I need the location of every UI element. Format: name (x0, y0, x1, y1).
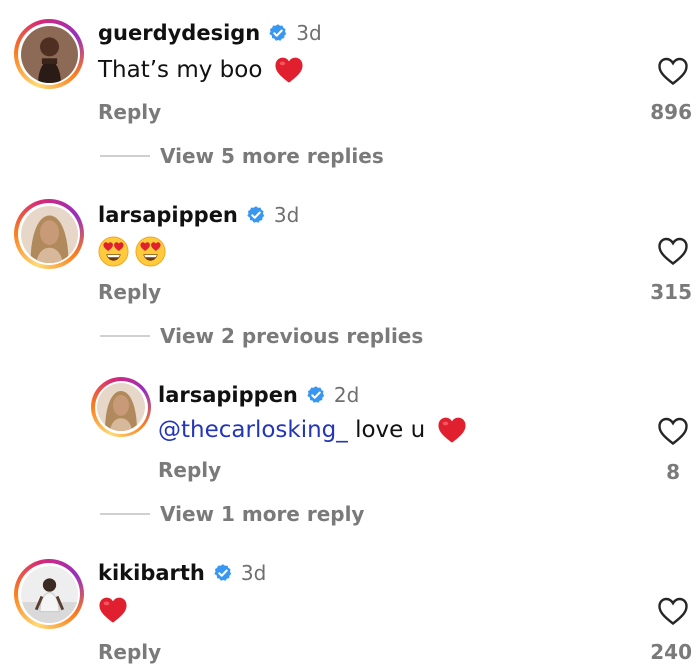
comment-text: That’s my boo (98, 56, 304, 84)
verified-badge-icon (306, 385, 326, 405)
red-heart-emoji (437, 416, 467, 444)
username[interactable]: kikibarth (98, 561, 205, 585)
comment-larsapippen: larsapippen 3d Reply 315 View 2 previous… (0, 180, 700, 360)
mention-link[interactable]: @thecarlosking_ (158, 417, 348, 443)
timestamp: 3d (273, 203, 300, 227)
heart-eyes-emoji (135, 236, 166, 267)
verified-badge-icon (246, 205, 266, 225)
heart-outline-icon[interactable] (657, 56, 689, 86)
view-previous-replies-button[interactable]: View 2 previous replies (100, 324, 423, 348)
comment-text: @thecarlosking_ love u (158, 416, 467, 444)
view-replies-label: View 2 previous replies (160, 324, 424, 348)
avatar[interactable] (14, 19, 84, 89)
comment-kikibarth: kikibarth 3d Reply 240 (0, 540, 700, 672)
reply-button[interactable]: Reply (98, 100, 161, 124)
heart-eyes-emoji (98, 236, 129, 267)
avatar[interactable] (14, 559, 84, 629)
divider (100, 155, 150, 157)
view-replies-label: View 1 more reply (160, 502, 365, 526)
username[interactable]: guerdydesign (98, 21, 260, 45)
view-replies-label: View 5 more replies (160, 144, 384, 168)
like-count: 8 (666, 460, 680, 484)
username[interactable]: larsapippen (158, 383, 298, 407)
comment-text (98, 596, 128, 624)
timestamp: 3d (240, 561, 267, 585)
red-heart-emoji (274, 56, 304, 84)
heart-outline-icon[interactable] (657, 596, 689, 626)
like-count: 896 (650, 100, 692, 124)
divider (100, 513, 150, 515)
divider (100, 335, 150, 337)
red-heart-emoji (98, 596, 128, 624)
verified-badge-icon (268, 23, 288, 43)
heart-outline-icon[interactable] (657, 416, 689, 446)
timestamp: 3d (296, 21, 322, 45)
like-count: 315 (650, 280, 692, 304)
heart-outline-icon[interactable] (657, 236, 689, 266)
username[interactable]: larsapippen (98, 203, 238, 227)
comment-body: love u (347, 417, 426, 443)
view-more-replies-button[interactable]: View 5 more replies (100, 144, 384, 168)
comment-text (98, 236, 166, 267)
reply-button[interactable]: Reply (98, 640, 161, 664)
reply-button[interactable]: Reply (98, 280, 161, 304)
reply-larsapippen: larsapippen 2d @thecarlosking_ love u Re… (0, 360, 700, 540)
timestamp: 2d (333, 383, 360, 407)
like-count: 240 (650, 640, 692, 664)
view-more-replies-button[interactable]: View 1 more reply (100, 502, 364, 526)
verified-badge-icon (213, 563, 233, 583)
reply-button[interactable]: Reply (158, 458, 221, 482)
avatar[interactable] (14, 199, 84, 269)
comment-body: That’s my boo (98, 57, 263, 83)
comment-guerdydesign: guerdydesign 3d That’s my boo Reply 896 … (0, 0, 700, 180)
avatar[interactable] (91, 377, 151, 437)
